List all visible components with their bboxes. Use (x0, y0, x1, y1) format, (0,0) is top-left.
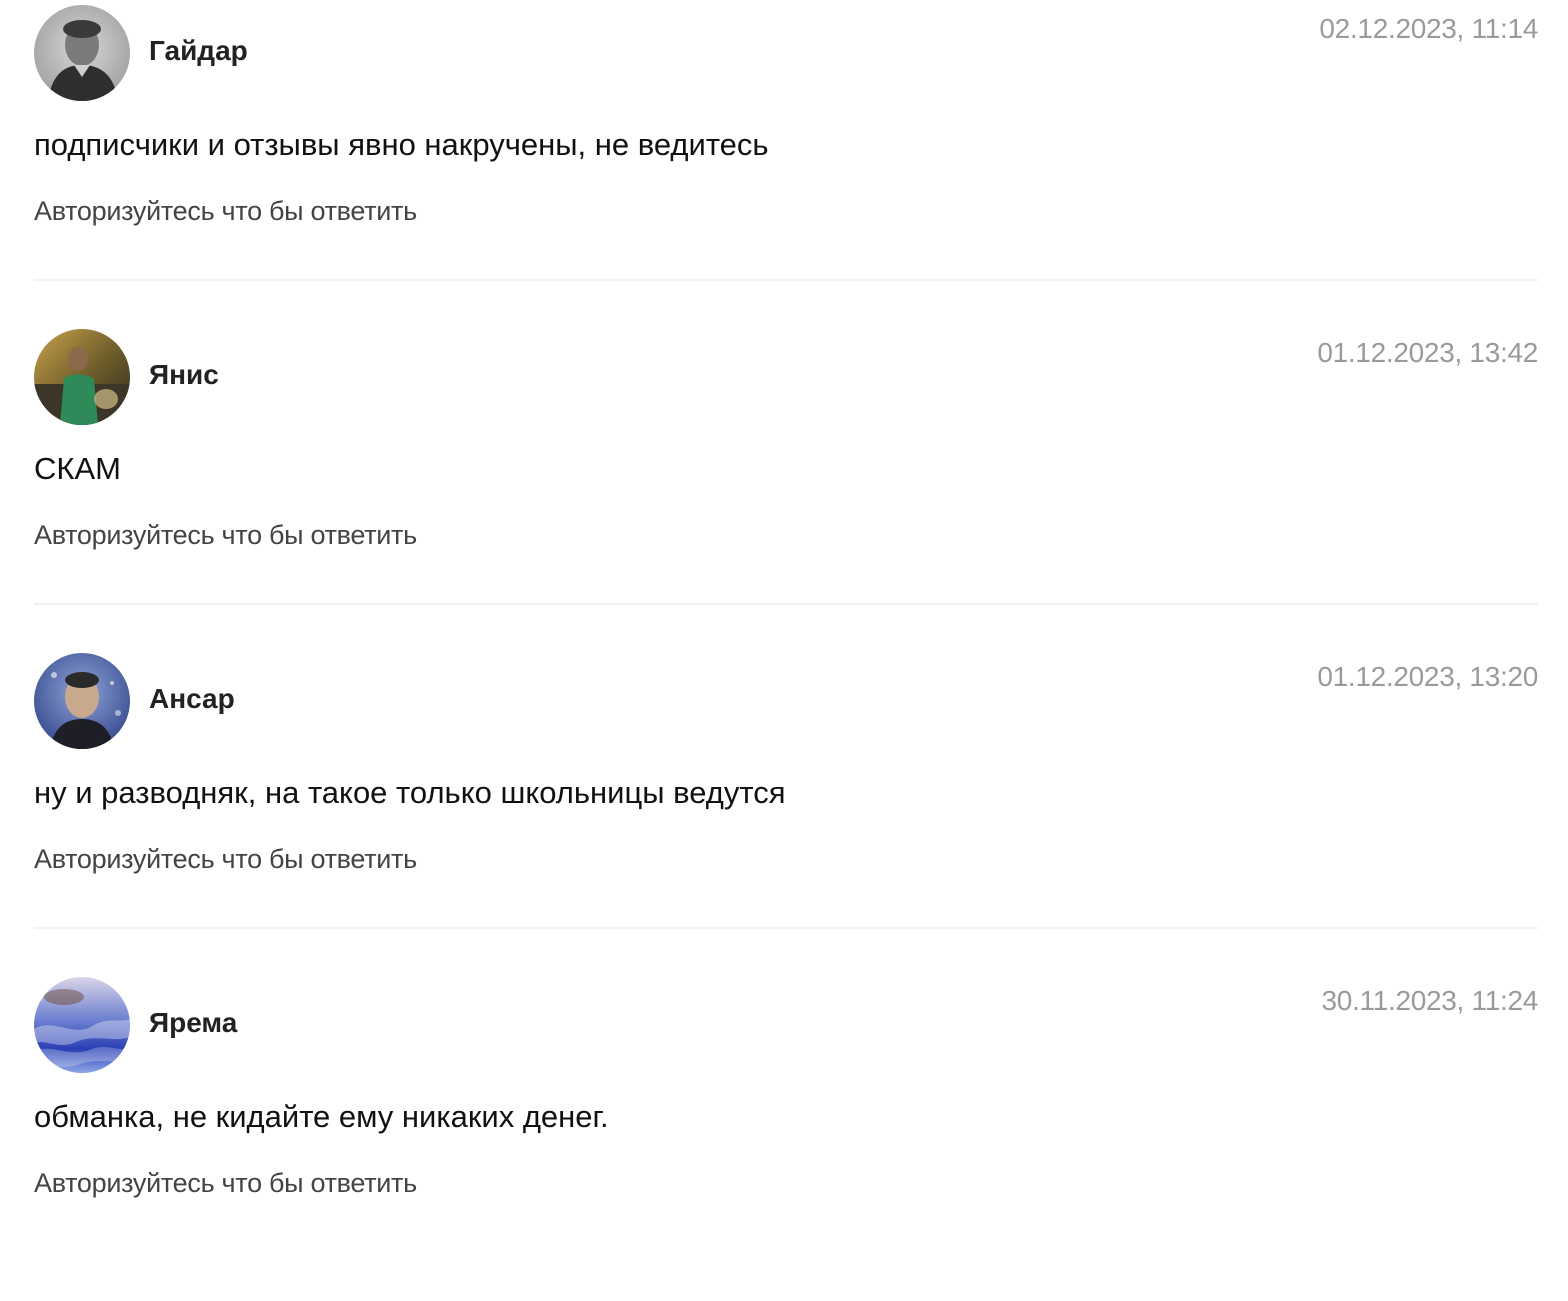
comment-date: 02.12.2023, 11:14 (1319, 13, 1538, 44)
user-photo-avatar (34, 329, 130, 425)
comment-item: Гайдар 02.12.2023, 11:14 подписчики и от… (34, 5, 1538, 329)
user-avatar[interactable] (34, 5, 130, 101)
reply-link[interactable]: Авторизуйтесь что бы ответить (34, 1166, 417, 1200)
comment-item: Ярема 30.11.2023, 11:24 обманка, не кида… (34, 977, 1538, 1301)
comment-author[interactable]: Ярема (149, 1005, 237, 1041)
reply-link[interactable]: Авторизуйтесь что бы ответить (34, 194, 417, 228)
user-avatar[interactable] (34, 329, 130, 425)
comment-divider (34, 279, 1538, 281)
comment-item: Янис 01.12.2023, 13:42 СКАМ Авторизуйтес… (34, 329, 1538, 653)
reply-link[interactable]: Авторизуйтесь что бы ответить (34, 518, 417, 552)
user-photo-avatar (34, 5, 130, 101)
comment-text: ну и разводняк, на такое только школьниц… (34, 775, 786, 810)
comment-divider (34, 927, 1538, 929)
comment-date: 01.12.2023, 13:42 (1317, 337, 1538, 368)
comment-divider (34, 603, 1538, 605)
comments-list: Гайдар 02.12.2023, 11:14 подписчики и от… (0, 0, 1568, 1224)
user-avatar[interactable] (34, 977, 130, 1073)
reply-link[interactable]: Авторизуйтесь что бы ответить (34, 842, 417, 876)
comment-text: обманка, не кидайте ему никаких денег. (34, 1099, 609, 1134)
comment-author[interactable]: Гайдар (149, 33, 248, 69)
user-photo-avatar (34, 653, 130, 749)
comment-author[interactable]: Ансар (149, 681, 235, 717)
user-avatar[interactable] (34, 653, 130, 749)
comment-item: Ансар 01.12.2023, 13:20 ну и разводняк, … (34, 653, 1538, 977)
comment-text: подписчики и отзывы явно накручены, не в… (34, 127, 769, 162)
comment-date: 01.12.2023, 13:20 (1317, 661, 1538, 692)
user-photo-avatar (34, 977, 130, 1073)
comment-date: 30.11.2023, 11:24 (1321, 985, 1538, 1016)
comment-text: СКАМ (34, 451, 121, 486)
comment-author[interactable]: Янис (149, 357, 219, 393)
